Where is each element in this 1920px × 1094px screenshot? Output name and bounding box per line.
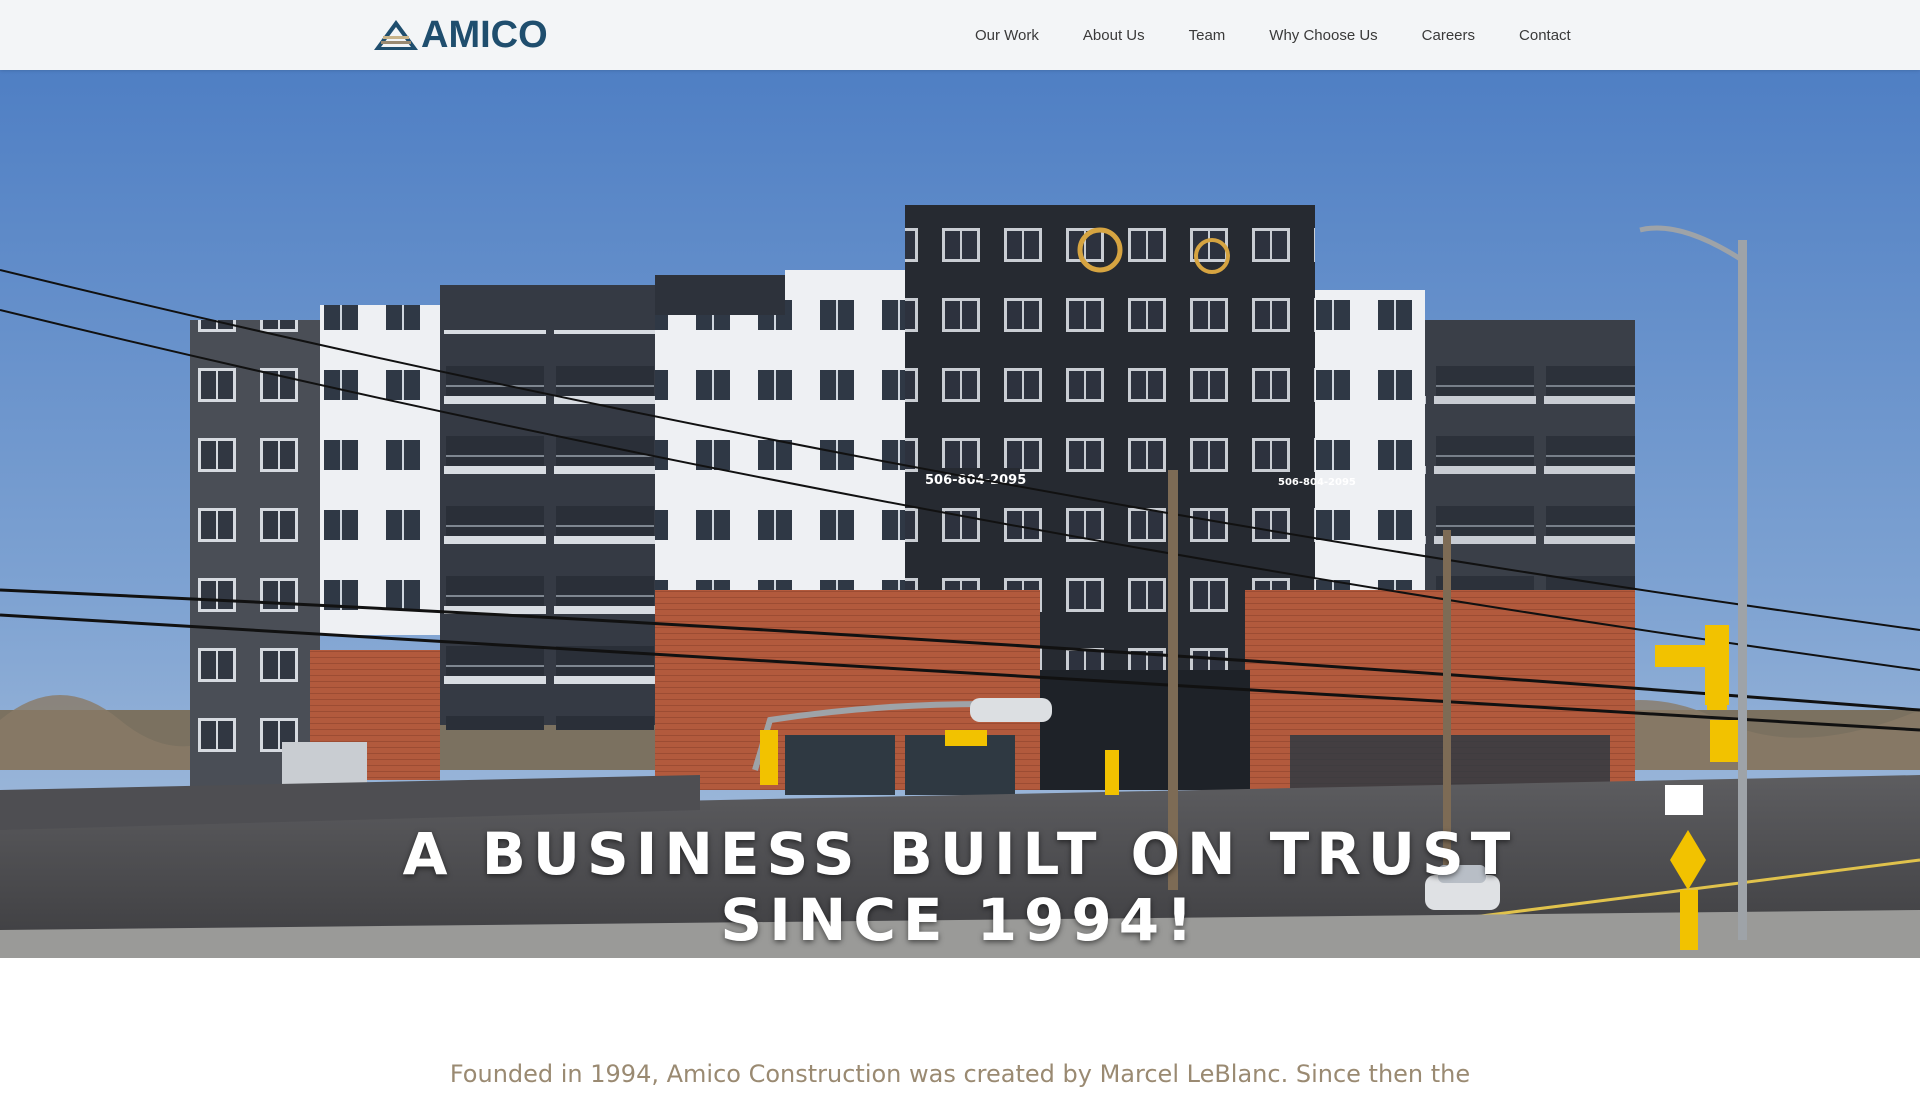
nav-why-choose-us[interactable]: Why Choose Us bbox=[1269, 26, 1377, 46]
building-phone-sign-side: 506-804-2095 bbox=[1278, 477, 1356, 488]
nav-contact[interactable]: Contact bbox=[1519, 26, 1571, 46]
nav-team[interactable]: Team bbox=[1189, 26, 1226, 46]
brand-name: AMICO bbox=[421, 14, 548, 56]
amico-logo-link[interactable]: AMICO bbox=[373, 14, 548, 56]
hero-title-line-2: SINCE 1994! bbox=[720, 885, 1200, 954]
site-header: AMICO Our Work About Us Team Why Choose … bbox=[0, 0, 1920, 70]
hero-title-line-1: A BUSINESS BUILT ON TRUST bbox=[402, 819, 1518, 888]
nav-about-us[interactable]: About Us bbox=[1083, 26, 1145, 46]
triangle-layers-icon bbox=[374, 20, 418, 50]
hero-title: A BUSINESS BUILT ON TRUST SINCE 1994! bbox=[0, 821, 1920, 953]
nav-careers[interactable]: Careers bbox=[1422, 26, 1475, 46]
main-navigation: Our Work About Us Team Why Choose Us Car… bbox=[975, 26, 1615, 46]
hero-banner: 506-804-2095 506-804-2095 A BUSINESS BUI… bbox=[0, 70, 1920, 958]
nav-our-work[interactable]: Our Work bbox=[975, 26, 1039, 46]
intro-paragraph: Founded in 1994, Amico Construction was … bbox=[449, 1060, 1471, 1088]
